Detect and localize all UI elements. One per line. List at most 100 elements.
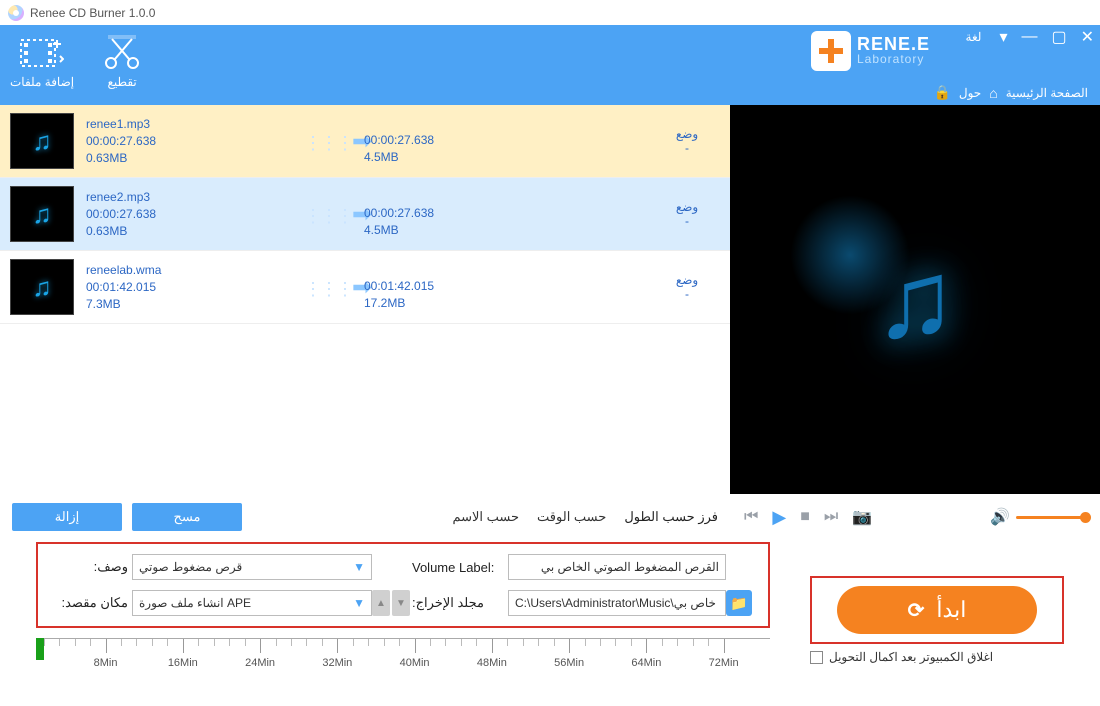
app-title: Renee CD Burner 1.0.0 bbox=[30, 6, 155, 20]
maximize-button[interactable]: ▢ bbox=[1051, 27, 1066, 47]
snapshot-button[interactable]: 📷 bbox=[852, 507, 872, 527]
cut-button[interactable]: تقطيع bbox=[99, 33, 145, 105]
desc-label: :وصف bbox=[52, 559, 132, 575]
brand-logo: RENE.E Laboratory bbox=[811, 31, 930, 71]
output-folder-input[interactable]: C:\Users\Administrator\Music\خاص بي bbox=[508, 590, 726, 616]
file-row[interactable]: ♫ renee2.mp3 00:00:27.638 0.63MB ⋮⋮⋮➡ 00… bbox=[0, 178, 730, 251]
timeline-label: 24Min bbox=[245, 657, 275, 669]
scissors-icon bbox=[99, 33, 145, 73]
player-controls: ⏮ ▶ ■ ⏭ 📷 🔊 bbox=[730, 494, 1100, 540]
timeline-label: 56Min bbox=[554, 657, 584, 669]
volume-label-value: القرص المضغوط الصوتي الخاص بي bbox=[541, 560, 719, 574]
play-button[interactable]: ▶ bbox=[772, 507, 786, 528]
file-thumb: ♫ bbox=[10, 113, 74, 169]
volume-label-input[interactable]: القرص المضغوط الصوتي الخاص بي bbox=[508, 554, 726, 580]
file-thumb: ♫ bbox=[10, 259, 74, 315]
arrow-icon: ⋮⋮⋮➡ bbox=[304, 127, 364, 156]
add-files-button[interactable]: إضافة ملفات bbox=[10, 33, 74, 105]
add-files-label: إضافة ملفات bbox=[10, 75, 74, 89]
cut-label: تقطيع bbox=[107, 75, 136, 89]
preview-music-icon: ♫ bbox=[874, 236, 957, 363]
home-link[interactable]: الصفحة الرئيسية bbox=[1006, 86, 1088, 100]
stop-button[interactable]: ■ bbox=[800, 508, 810, 526]
medkit-icon bbox=[811, 31, 851, 71]
shutdown-label: اغلاق الكمبيوتر بعد اكمال التحويل bbox=[829, 650, 993, 664]
language-caret-icon[interactable]: ▾ bbox=[999, 27, 1007, 47]
caret-down-icon: ▼ bbox=[353, 596, 365, 610]
arrow-icon: ⋮⋮⋮➡ bbox=[304, 200, 364, 229]
output-folder-value: C:\Users\Administrator\Music\خاص بي bbox=[515, 596, 716, 610]
timeline-label: 8Min bbox=[94, 657, 118, 669]
prev-button[interactable]: ⏮ bbox=[744, 508, 758, 526]
music-note-icon: ♫ bbox=[32, 199, 52, 230]
sort-by-time[interactable]: حسب الوقت bbox=[537, 509, 606, 525]
app-disc-icon bbox=[8, 5, 24, 21]
start-button[interactable]: ⟳ ابدأ bbox=[837, 586, 1037, 634]
music-note-icon: ♫ bbox=[32, 126, 52, 157]
file-name: renee1.mp3 bbox=[86, 117, 304, 131]
refresh-icon: ⟳ bbox=[908, 598, 925, 623]
browse-folder-button[interactable]: 📁 bbox=[726, 590, 752, 616]
start-label: ابدأ bbox=[936, 597, 966, 623]
status-value: - bbox=[660, 287, 714, 301]
file-name: reneelab.wma bbox=[86, 263, 304, 277]
out-size: 4.5MB bbox=[364, 150, 534, 164]
file-name: renee2.mp3 bbox=[86, 190, 304, 204]
progress-bar bbox=[36, 638, 44, 660]
file-thumb: ♫ bbox=[10, 186, 74, 242]
desc-value: قرص مضغوط صوتي bbox=[139, 560, 242, 574]
volume-icon[interactable]: 🔊 bbox=[990, 507, 1010, 527]
out-duration: 00:01:42.015 bbox=[364, 279, 534, 293]
move-down-button[interactable]: ▼ bbox=[392, 590, 410, 616]
status-value: - bbox=[660, 214, 714, 228]
music-note-icon: ♫ bbox=[32, 272, 52, 303]
timeline-label: 72Min bbox=[709, 657, 739, 669]
out-duration: 00:00:27.638 bbox=[364, 133, 534, 147]
file-list: ♫ renee1.mp3 00:00:27.638 0.63MB ⋮⋮⋮➡ 00… bbox=[0, 105, 730, 494]
out-size: 17.2MB bbox=[364, 296, 534, 310]
desc-select[interactable]: قرص مضغوط صوتي ▼ bbox=[132, 554, 372, 580]
about-link[interactable]: حول bbox=[959, 86, 981, 100]
out-duration: 00:00:27.638 bbox=[364, 206, 534, 220]
volume-slider[interactable] bbox=[1016, 516, 1086, 519]
brand-name: RENE.E bbox=[857, 36, 930, 52]
close-button[interactable]: ✕ bbox=[1081, 27, 1094, 47]
file-row[interactable]: ♫ renee1.mp3 00:00:27.638 0.63MB ⋮⋮⋮➡ 00… bbox=[0, 105, 730, 178]
film-plus-icon bbox=[19, 33, 65, 73]
timeline-label: 32Min bbox=[322, 657, 352, 669]
dest-select[interactable]: انشاء ملف صورة APE ▼ bbox=[132, 590, 372, 616]
volume-label-label: Volume Label: bbox=[412, 560, 508, 575]
clear-button[interactable]: مسح bbox=[132, 503, 242, 531]
timeline-label: 40Min bbox=[400, 657, 430, 669]
sort-by-name[interactable]: حسب الاسم bbox=[452, 509, 519, 525]
caret-down-icon: ▼ bbox=[353, 560, 365, 574]
folder-icon: 📁 bbox=[730, 595, 747, 612]
sort-label: فرز حسب الطول bbox=[624, 509, 718, 525]
home-icon: ⌂ bbox=[989, 85, 997, 101]
lock-icon: 🔒 bbox=[933, 84, 950, 101]
status-value: - bbox=[660, 141, 714, 155]
timeline-label: 16Min bbox=[168, 657, 198, 669]
timeline-label: 48Min bbox=[477, 657, 507, 669]
dest-value: انشاء ملف صورة APE bbox=[139, 596, 251, 610]
file-row[interactable]: ♫ reneelab.wma 00:01:42.015 7.3MB ⋮⋮⋮➡ 0… bbox=[0, 251, 730, 324]
minimize-button[interactable]: — bbox=[1021, 28, 1037, 46]
shutdown-checkbox[interactable] bbox=[810, 651, 823, 664]
out-size: 4.5MB bbox=[364, 223, 534, 237]
language-button[interactable]: لغة bbox=[966, 30, 982, 44]
start-box: ⟳ ابدأ bbox=[810, 576, 1064, 644]
file-duration: 00:00:27.638 bbox=[86, 207, 304, 221]
arrow-icon: ⋮⋮⋮➡ bbox=[304, 273, 364, 302]
next-button[interactable]: ⏭ bbox=[824, 508, 838, 526]
timeline-ruler: 8Min16Min24Min32Min40Min48Min56Min64Min7… bbox=[36, 634, 770, 680]
move-up-button[interactable]: ▲ bbox=[372, 590, 390, 616]
brand-sub: Laboratory bbox=[857, 52, 930, 66]
title-bar: Renee CD Burner 1.0.0 bbox=[0, 0, 1100, 25]
status-label: وضع bbox=[660, 200, 714, 214]
settings-panel: :وصف قرص مضغوط صوتي ▼ Volume Label: القرص… bbox=[36, 542, 770, 628]
status-label: وضع bbox=[660, 273, 714, 287]
dest-label: :مكان مقصد bbox=[52, 595, 132, 611]
remove-button[interactable]: إزالة bbox=[12, 503, 122, 531]
output-folder-label: :مجلد الإخراج bbox=[412, 595, 508, 611]
file-size: 0.63MB bbox=[86, 151, 304, 165]
